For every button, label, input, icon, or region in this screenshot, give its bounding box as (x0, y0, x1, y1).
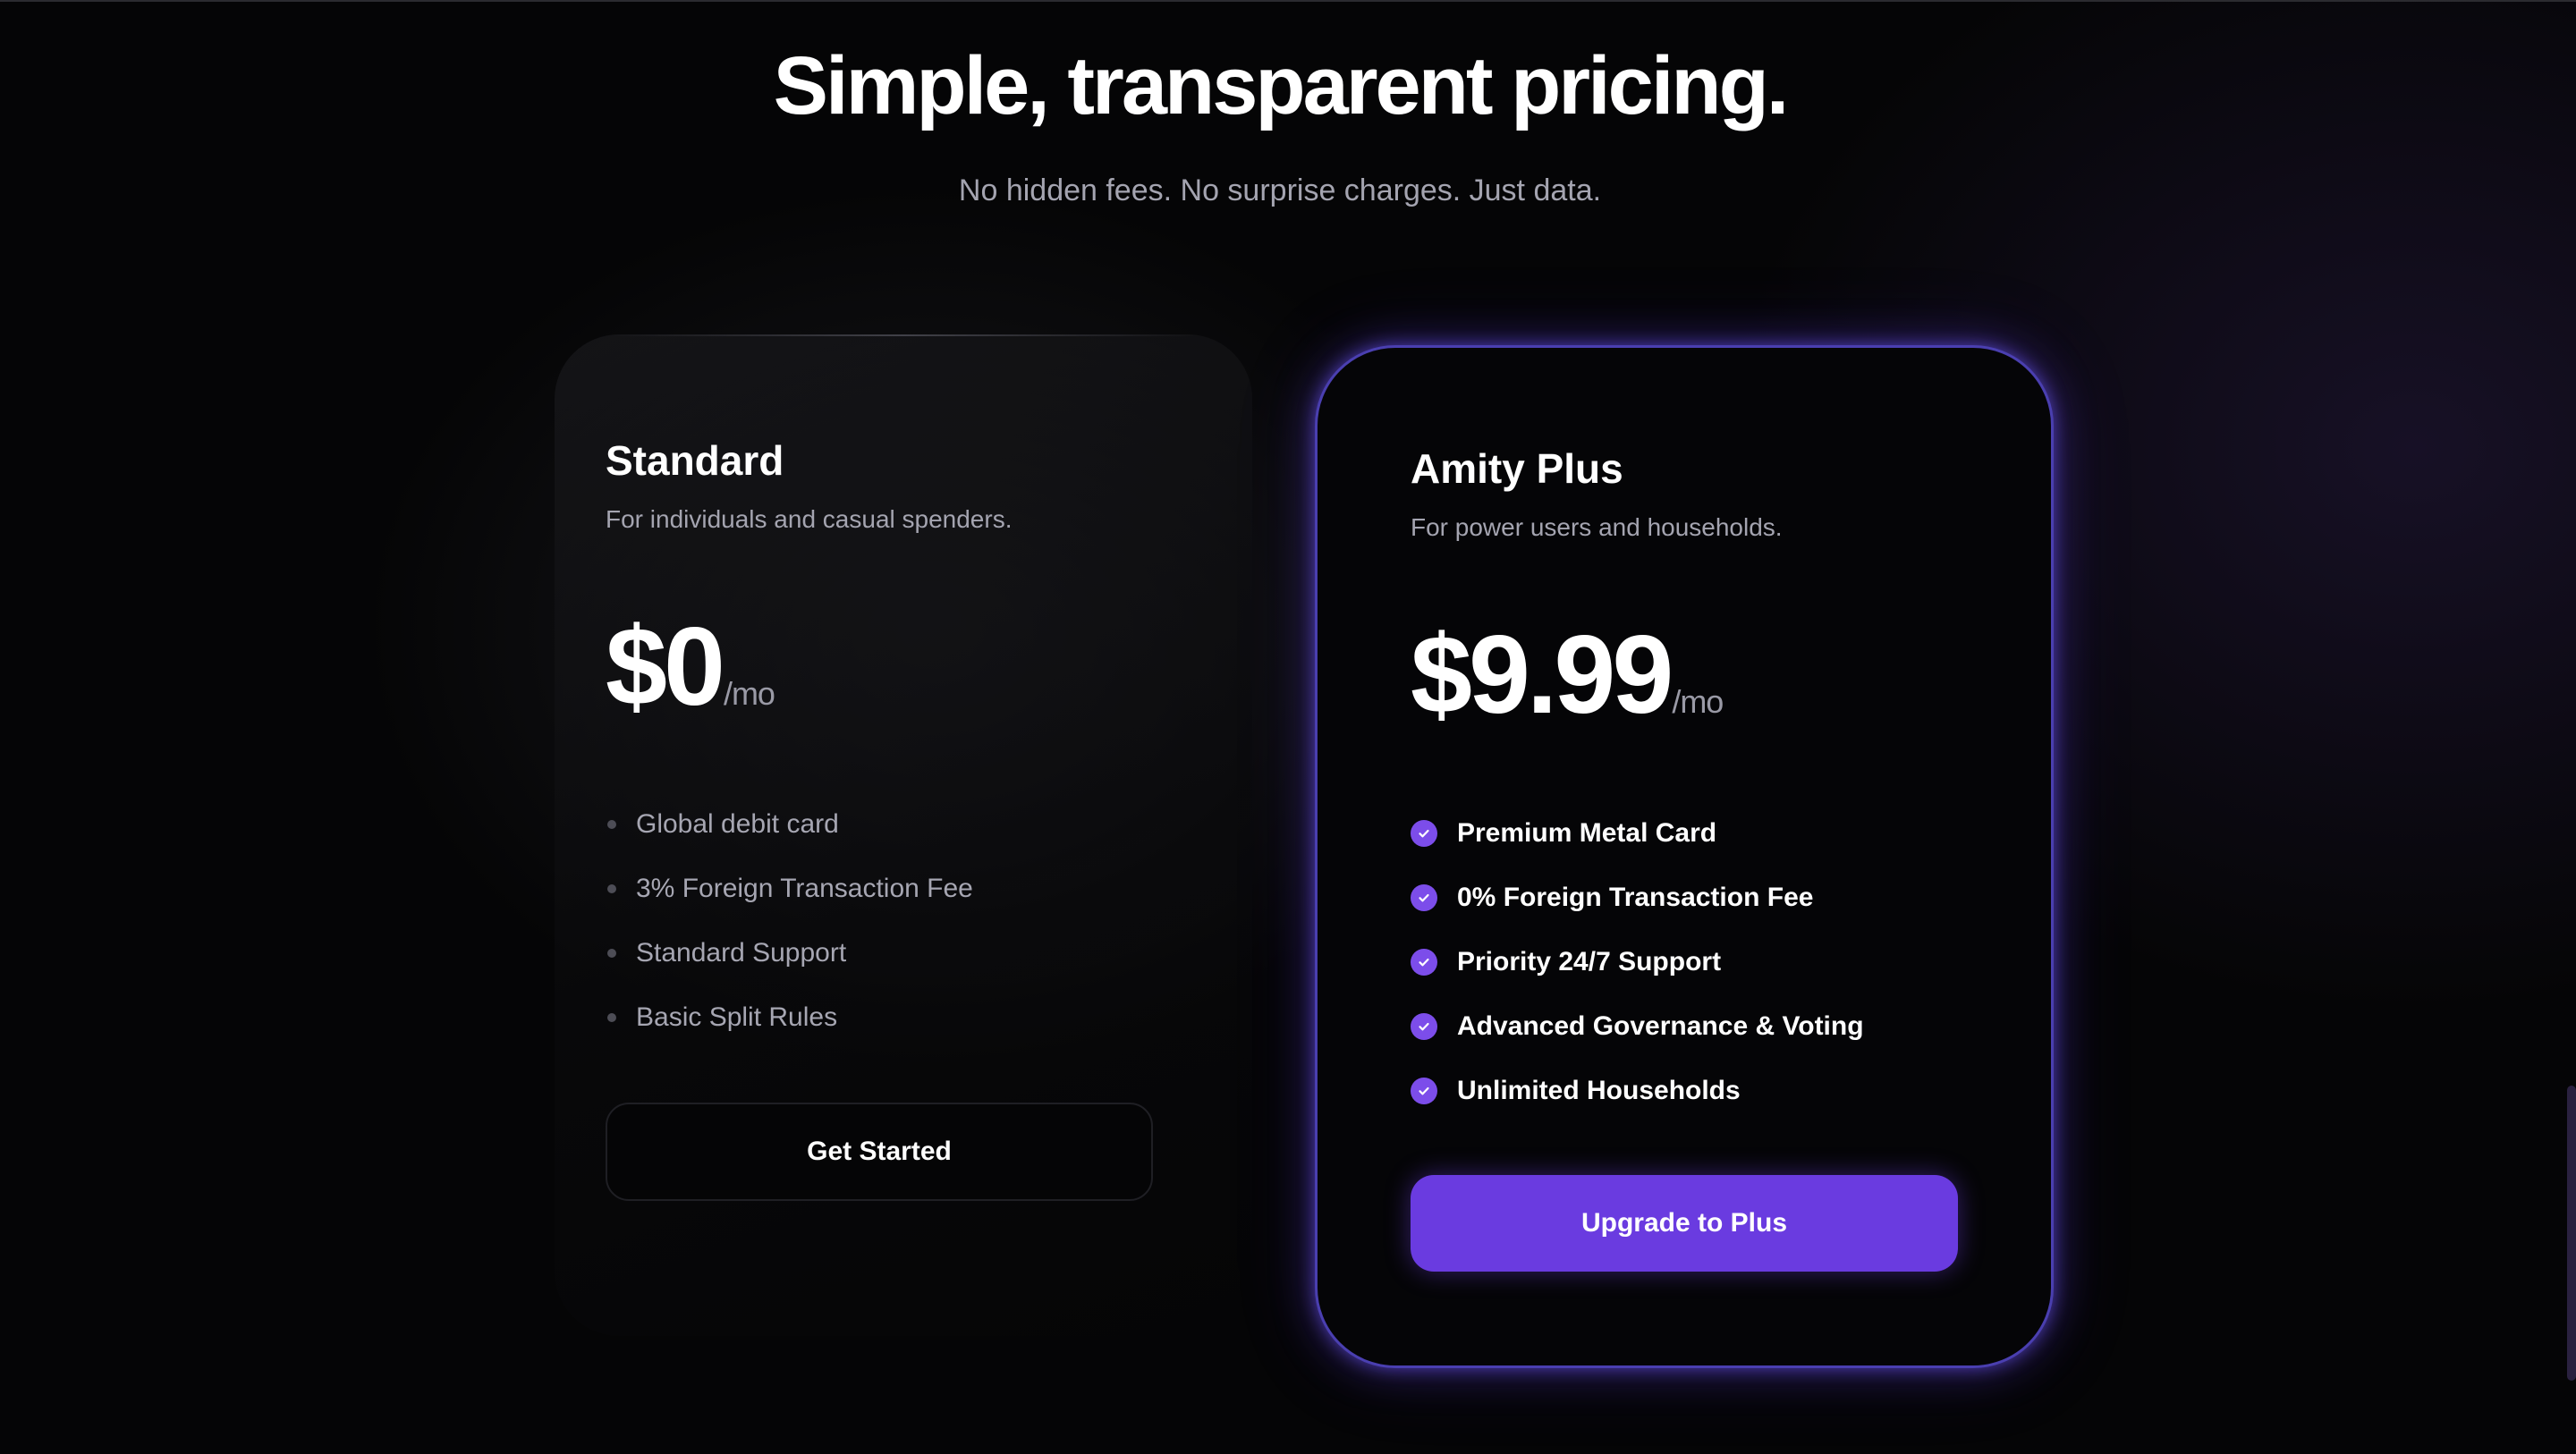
check-circle-icon (1411, 949, 1437, 976)
page-title: Simple, transparent pricing. (773, 40, 1790, 131)
dot-icon (607, 949, 616, 958)
get-started-button[interactable]: Get Started (606, 1103, 1153, 1201)
list-item: Global debit card (606, 792, 973, 857)
top-divider (0, 0, 2576, 2)
standard-plan-description: For individuals and casual spenders. (606, 505, 1013, 533)
feature-label: 0% Foreign Transaction Fee (1457, 883, 1814, 912)
page-subtitle: No hidden fees. No surprise charges. Jus… (958, 173, 1602, 207)
list-item: Advanced Governance & Voting (1411, 994, 1864, 1059)
plus-price-period: /mo (1672, 683, 1724, 720)
feature-label: 3% Foreign Transaction Fee (636, 874, 973, 903)
card-top-highlight (608, 334, 1199, 336)
dot-icon (607, 884, 616, 893)
feature-label: Advanced Governance & Voting (1457, 1011, 1864, 1041)
check-circle-icon (1411, 1013, 1437, 1040)
list-item: Premium Metal Card (1411, 801, 1864, 866)
dot-icon (607, 1013, 616, 1022)
feature-label: Unlimited Households (1457, 1076, 1741, 1105)
feature-label: Priority 24/7 Support (1457, 947, 1722, 976)
upgrade-to-plus-button[interactable]: Upgrade to Plus (1411, 1175, 1958, 1272)
list-item: Standard Support (606, 921, 973, 985)
standard-price-period: /mo (723, 675, 775, 712)
plus-plan-description: For power users and households. (1411, 513, 1783, 541)
standard-plan-name: Standard (606, 437, 784, 484)
check-circle-icon (1411, 884, 1437, 911)
list-item: Unlimited Households (1411, 1059, 1864, 1123)
plus-price-amount: $9.99 (1411, 613, 1674, 737)
check-circle-icon (1411, 1078, 1437, 1104)
plus-price: $9.99 /mo (1411, 613, 1724, 737)
list-item: Basic Split Rules (606, 985, 973, 1050)
plus-feature-list: Premium Metal Card 0% Foreign Transactio… (1411, 801, 1864, 1123)
dot-icon (607, 820, 616, 829)
feature-label: Standard Support (636, 938, 847, 968)
standard-price: $0 /mo (606, 612, 775, 723)
plus-plan-name: Amity Plus (1411, 445, 1623, 492)
scrollbar[interactable] (2567, 1086, 2576, 1381)
list-item: Priority 24/7 Support (1411, 930, 1864, 994)
feature-label: Global debit card (636, 809, 839, 839)
standard-feature-list: Global debit card 3% Foreign Transaction… (606, 792, 973, 1050)
feature-label: Premium Metal Card (1457, 818, 1717, 848)
check-circle-icon (1411, 820, 1437, 847)
list-item: 3% Foreign Transaction Fee (606, 857, 973, 921)
feature-label: Basic Split Rules (636, 1002, 838, 1032)
list-item: 0% Foreign Transaction Fee (1411, 866, 1864, 930)
standard-price-amount: $0 (606, 605, 725, 729)
